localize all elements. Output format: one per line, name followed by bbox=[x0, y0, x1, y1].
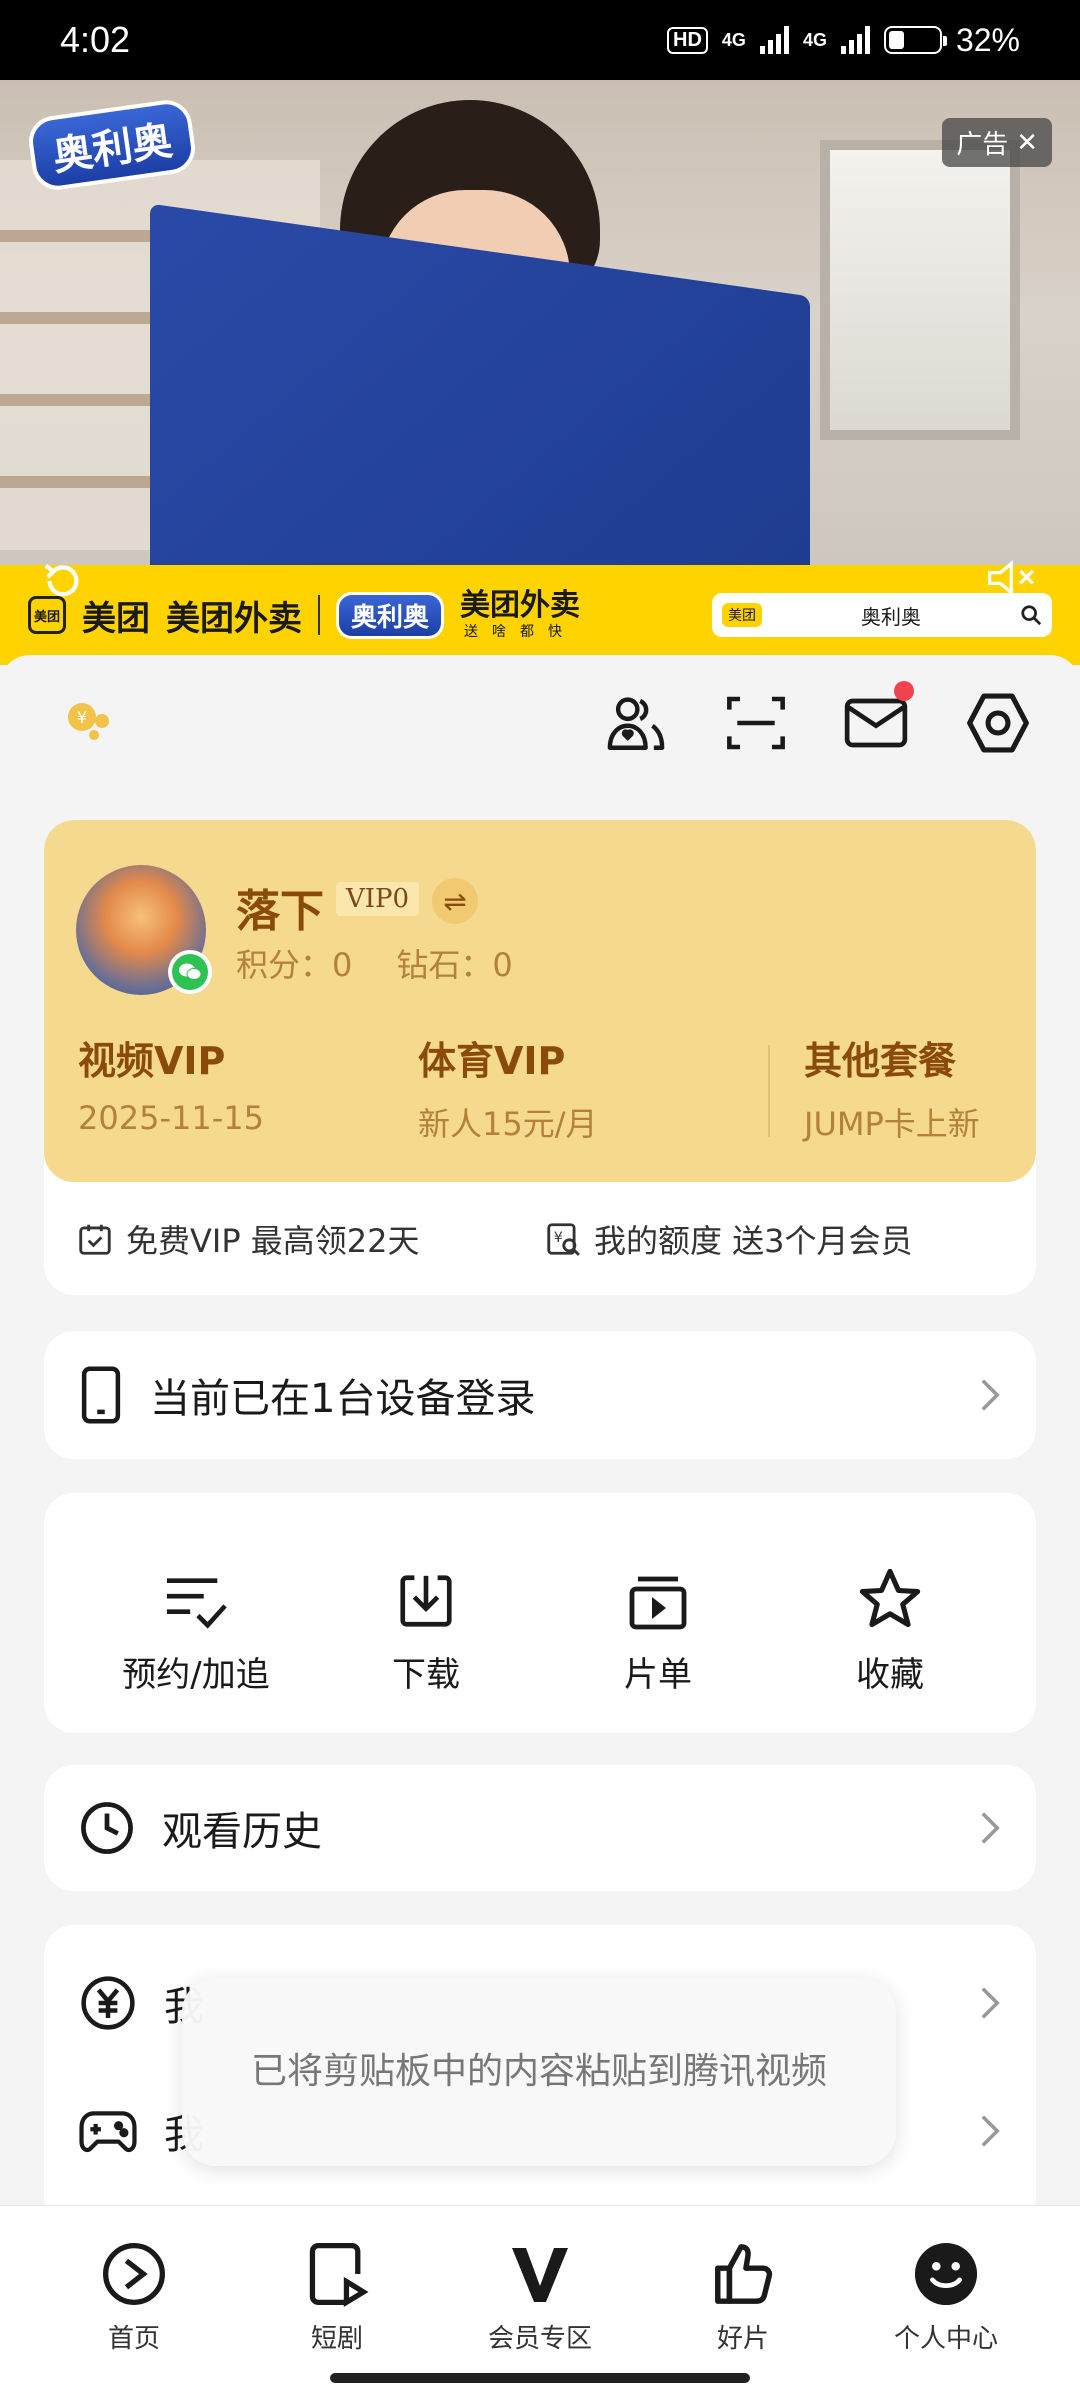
signal-icon bbox=[759, 26, 789, 54]
bottom-tab-bar: 首页 短剧 会员专区 好片 个人中心 bbox=[0, 2205, 1080, 2400]
meituan-label: 美团 bbox=[82, 598, 150, 639]
scan-icon[interactable] bbox=[718, 685, 794, 761]
status-indicators: HD 4G 4G 32% bbox=[667, 22, 1020, 59]
yuan-icon bbox=[81, 1976, 135, 2030]
ad-banner[interactable]: 奥利奥 广告 ✕ 美团 美团 美团外卖 奥利奥 美团外卖 送啥都快 美团 奥利奥 bbox=[0, 80, 1080, 665]
device-login-label: 当前已在1台设备登录 bbox=[150, 1376, 536, 1422]
play-icon bbox=[103, 2243, 165, 2305]
battery-percent: 32% bbox=[955, 21, 1020, 58]
svg-text:¥: ¥ bbox=[554, 1230, 563, 1246]
playlist-icon bbox=[629, 1576, 687, 1630]
phone-icon bbox=[81, 1366, 121, 1424]
ad-tag-label: 广告 bbox=[956, 130, 1009, 160]
unread-badge bbox=[894, 681, 914, 701]
short-drama-icon bbox=[309, 2243, 369, 2308]
replay-icon[interactable] bbox=[40, 558, 86, 614]
points-row: 积分：0 钻石：0 bbox=[236, 940, 513, 986]
video-vip-plan[interactable]: 视频VIP 2025-11-15 bbox=[78, 1030, 264, 1137]
device-login-row[interactable]: 当前已在1台设备登录 bbox=[44, 1331, 1036, 1459]
free-vip-link[interactable]: 免费VIP 最高领22天 bbox=[76, 1216, 420, 1262]
chevron-right-icon bbox=[981, 2115, 1000, 2147]
close-icon: ✕ bbox=[1016, 127, 1038, 158]
gamepad-icon bbox=[79, 2111, 137, 2153]
status-bar: 4:02 HD 4G 4G 32% bbox=[0, 0, 1080, 80]
clock-icon bbox=[81, 1802, 133, 1854]
home-indicator[interactable] bbox=[330, 2373, 750, 2383]
tab-personal-center[interactable]: 个人中心 bbox=[846, 2236, 1046, 2355]
vip-level-badge[interactable]: VIP0 bbox=[336, 882, 420, 916]
watch-history-label: 观看历史 bbox=[162, 1809, 322, 1855]
switch-account-icon[interactable]: ⇌ bbox=[432, 878, 478, 924]
vip-card-header: 落下 VIP0 ⇌ 积分：0 钻石：0 视频VIP 2025-11-15 体育V… bbox=[44, 820, 1036, 1182]
my-quota-link[interactable]: ¥ 我的额度 送3个月会员 bbox=[544, 1216, 913, 1262]
chevron-right-icon bbox=[981, 1987, 1000, 2019]
svg-text:¥: ¥ bbox=[77, 708, 87, 727]
watch-history-row[interactable]: 观看历史 bbox=[44, 1765, 1036, 1891]
search-icon bbox=[1021, 605, 1042, 626]
coin-icon[interactable]: ¥ bbox=[60, 695, 116, 755]
reserve-follow-button[interactable]: 预约/加追 bbox=[76, 1543, 316, 1696]
waimai-slogan: 美团外卖 送啥都快 bbox=[460, 588, 581, 640]
calendar-check-icon bbox=[79, 1224, 111, 1255]
star-icon bbox=[859, 1568, 921, 1628]
quota-search-icon: ¥ bbox=[547, 1222, 580, 1256]
battery-icon bbox=[883, 26, 947, 54]
tab-home[interactable]: 首页 bbox=[34, 2236, 234, 2355]
vip-card: 落下 VIP0 ⇌ 积分：0 钻石：0 视频VIP 2025-11-15 体育V… bbox=[44, 820, 1036, 1295]
meituan-waimai-label: 美团外卖 bbox=[166, 598, 302, 639]
download-icon bbox=[400, 1575, 452, 1627]
battery-fill bbox=[888, 31, 905, 49]
settings-icon[interactable] bbox=[960, 685, 1036, 761]
favorites-button[interactable]: 收藏 bbox=[770, 1543, 1010, 1696]
clipboard-toast: 已将剪贴板中的内容粘贴到腾讯视频 bbox=[182, 1978, 896, 2166]
tab-short-drama[interactable]: 短剧 bbox=[237, 2236, 437, 2355]
friends-icon[interactable] bbox=[598, 685, 674, 761]
face-icon bbox=[914, 2242, 978, 2306]
top-toolbar: ¥ bbox=[0, 655, 1080, 785]
diamonds-label[interactable]: 钻石：0 bbox=[396, 940, 512, 986]
status-time: 4:02 bbox=[60, 19, 131, 60]
network-type-2: 4G bbox=[802, 29, 827, 50]
chevron-right-icon bbox=[981, 1379, 1000, 1411]
oreo-logo: 奥利奥 bbox=[336, 591, 445, 639]
mute-icon[interactable] bbox=[986, 558, 1040, 602]
quick-actions: 预约/加追 下载 片单 收藏 bbox=[44, 1493, 1036, 1733]
signal-icon bbox=[840, 26, 870, 54]
thumbs-up-icon bbox=[715, 2244, 773, 2304]
v-icon bbox=[512, 2248, 568, 2302]
tab-good-films[interactable]: 好片 bbox=[643, 2236, 843, 2355]
sports-vip-plan[interactable]: 体育VIP 新人15元/月 bbox=[418, 1030, 598, 1145]
ad-sponsor-strip: 美团 美团 美团外卖 奥利奥 美团外卖 送啥都快 美团 奥利奥 bbox=[0, 565, 1080, 665]
list-check-icon bbox=[166, 1578, 227, 1629]
hd-badge: HD bbox=[667, 26, 708, 54]
network-type-1: 4G bbox=[721, 29, 746, 50]
message-icon[interactable] bbox=[838, 681, 914, 761]
chevron-right-icon bbox=[981, 1812, 1000, 1844]
vip-links: 免费VIP 最高领22天 ¥ 我的额度 送3个月会员 bbox=[44, 1182, 1036, 1295]
wechat-icon bbox=[172, 954, 208, 990]
points-label[interactable]: 积分：0 bbox=[236, 940, 352, 986]
download-button[interactable]: 下载 bbox=[306, 1543, 546, 1696]
playlist-button[interactable]: 片单 bbox=[538, 1543, 778, 1696]
wechat-badge bbox=[168, 950, 212, 994]
other-plans[interactable]: 其他套餐 JUMP卡上新 bbox=[804, 1030, 980, 1145]
tab-vip-zone[interactable]: 会员专区 bbox=[440, 2236, 640, 2355]
ad-close-button[interactable]: 广告 ✕ bbox=[942, 118, 1052, 167]
username[interactable]: 落下 bbox=[236, 875, 324, 939]
ad-background-window bbox=[820, 140, 1020, 440]
profile-page: ¥ 落下 VIP0 ⇌ 积分：0 钻石：0 视频VIP 2025-11-15 体… bbox=[0, 655, 1080, 2225]
